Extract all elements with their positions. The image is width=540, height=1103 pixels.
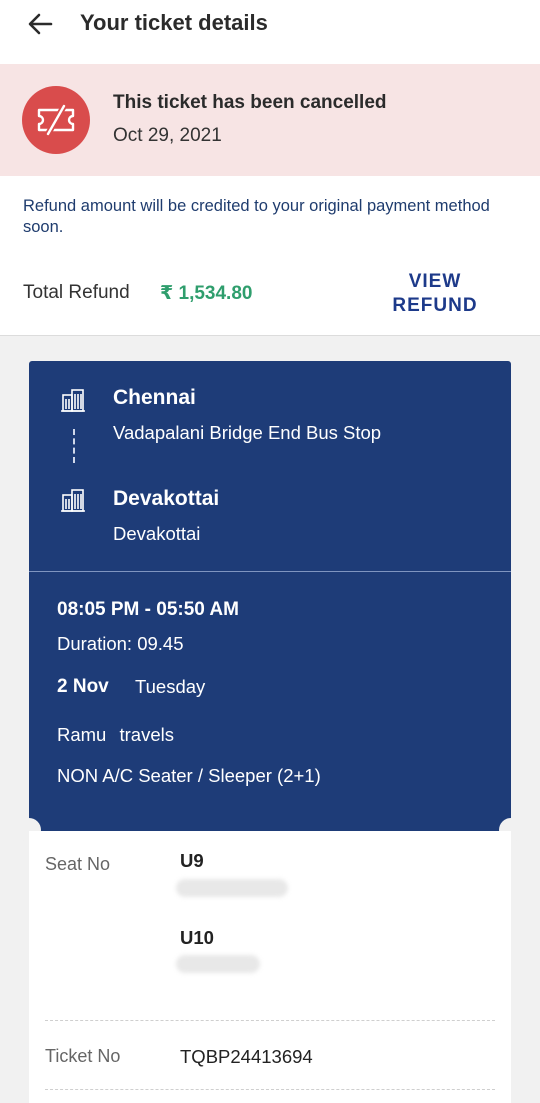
seat-number: U10: [180, 927, 214, 948]
building-icon: [61, 389, 85, 412]
arrow-left-icon: [28, 13, 53, 35]
cancellation-date: Oct 29, 2021: [113, 125, 222, 146]
view-refund-label-line2: REFUND: [392, 295, 478, 316]
building-icon: [61, 489, 85, 512]
bus-type: NON A/C Seater / Sleeper (2+1): [57, 765, 321, 786]
bus-operator: Ramu travels: [57, 724, 174, 745]
destination-stop: Devakottai: [113, 523, 201, 544]
journey-duration: Duration: 09.45: [57, 633, 184, 654]
destination-city: Devakottai: [113, 487, 220, 510]
refund-note: Refund amount will be credited to your o…: [23, 197, 490, 236]
total-refund-label: Total Refund: [23, 282, 130, 303]
view-refund-button[interactable]: VIEW REFUND: [380, 270, 490, 318]
origin-stop: Vadapalani Bridge End Bus Stop: [113, 422, 382, 443]
cancellation-title: This ticket has been cancelled: [113, 92, 387, 113]
ticket-no-label: Ticket No: [45, 1046, 121, 1066]
route-connector: [73, 429, 75, 463]
origin-city: Chennai: [113, 386, 196, 409]
section-divider: [45, 1020, 495, 1021]
passenger-name-redacted: [176, 879, 288, 897]
seat-no-label: Seat No: [45, 854, 111, 874]
refund-amount: ₹ 1,534.80: [160, 283, 253, 304]
passenger-name-redacted: [176, 955, 260, 973]
journey-day: Tuesday: [135, 676, 206, 697]
back-button[interactable]: [22, 8, 58, 40]
app-header: Your ticket details: [0, 0, 540, 64]
ticket-cancelled-icon: [22, 86, 90, 154]
card-divider: [29, 571, 511, 572]
journey-card: Chennai Vadapalani Bridge End Bus Stop D…: [29, 361, 511, 831]
cancellation-banner: This ticket has been cancelled Oct 29, 2…: [0, 64, 540, 176]
booking-details-card: Seat No U9 U10 Ticket No TQBP24413694: [29, 831, 511, 1103]
journey-date: 2 Nov: [57, 676, 109, 697]
ticket-number: TQBP24413694: [180, 1046, 313, 1067]
departure-arrival-time: 08:05 PM - 05:50 AM: [57, 599, 239, 620]
page-title: Your ticket details: [80, 10, 268, 35]
view-refund-label-line1: VIEW: [408, 271, 462, 292]
section-divider: [45, 1089, 495, 1090]
refund-panel: Refund amount will be credited to your o…: [0, 176, 540, 336]
seat-number: U9: [180, 850, 204, 871]
